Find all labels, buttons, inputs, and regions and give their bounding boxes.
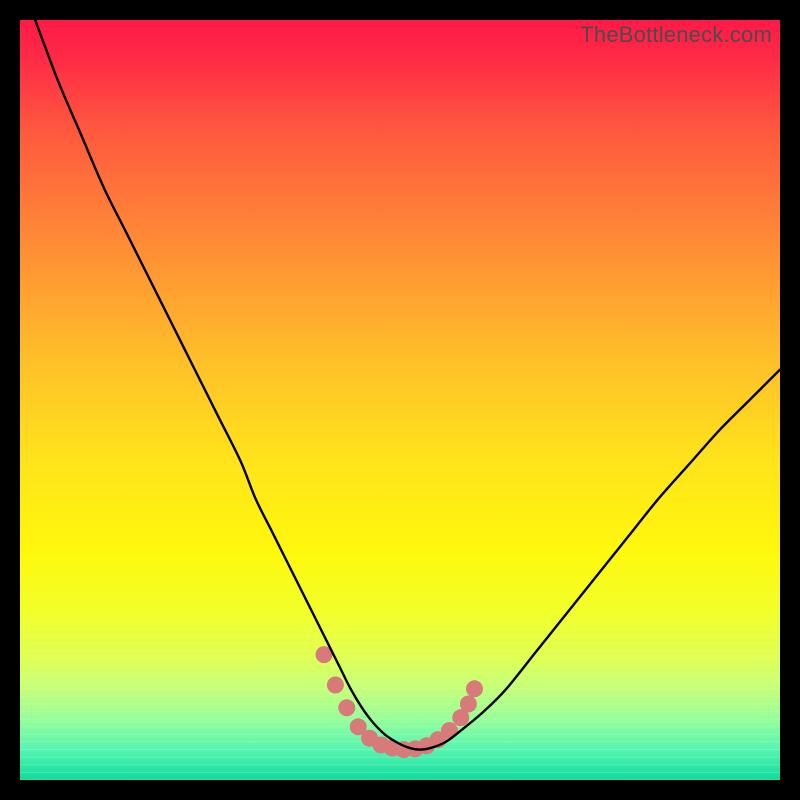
chart-svg — [20, 20, 780, 780]
highlight-dot — [327, 677, 344, 694]
highlight-dot — [441, 722, 458, 739]
highlight-dot — [466, 680, 483, 697]
chart-frame: TheBottleneck.com — [0, 0, 800, 800]
plot-area: TheBottleneck.com — [20, 20, 780, 780]
highlight-dot — [338, 699, 355, 716]
highlight-dot — [460, 696, 477, 713]
